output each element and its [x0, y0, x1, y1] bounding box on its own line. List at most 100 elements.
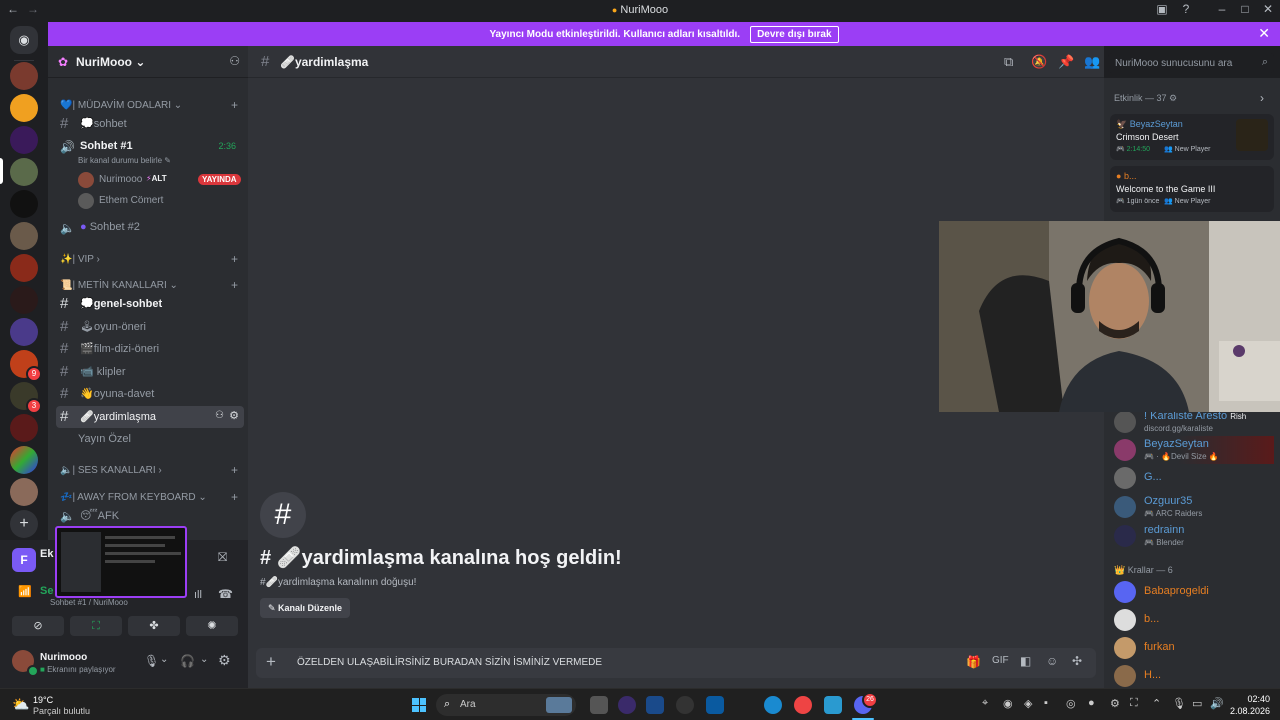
tray-icon[interactable]: ◈ [1024, 697, 1032, 710]
server-icon[interactable] [10, 478, 38, 506]
microphone-icon[interactable]: 🎙 [144, 654, 159, 668]
share-screen-button[interactable]: ⛶ [70, 616, 122, 636]
stop-stream-icon[interactable]: ⛝ [218, 550, 227, 565]
apps-icon[interactable]: ✣ [1072, 654, 1082, 668]
taskbar-search[interactable]: ⌕ Ara [436, 694, 576, 716]
chevron-down-icon[interactable]: ⌄ [160, 654, 168, 665]
activity-card-b[interactable]: ● b... Welcome to the Game III 🎮 1gün ön… [1110, 166, 1274, 212]
server-icon[interactable] [10, 126, 38, 154]
chevron-down-icon[interactable]: ⌄ [200, 654, 208, 665]
member-furkan[interactable]: furkan [1114, 634, 1274, 662]
create-channel-icon[interactable]: + [231, 490, 238, 504]
category-mudavim[interactable]: 💙| MÜDAVİM ODALARI ⌄ [60, 100, 182, 111]
noise-suppression-icon[interactable]: ıll [194, 589, 202, 601]
tray-icon[interactable]: ◎ [1066, 697, 1076, 710]
tray-icon[interactable]: ⌖ [982, 697, 988, 710]
network-icon[interactable]: ▭ [1192, 697, 1202, 710]
tray-icon[interactable]: ● [1088, 697, 1095, 709]
store-icon[interactable] [706, 696, 724, 714]
member-redrainn[interactable]: redrainn 🎮 Blender [1114, 522, 1274, 550]
sticker-icon[interactable]: ◧ [1020, 654, 1031, 668]
create-channel-icon[interactable]: + [231, 252, 238, 266]
soundboard-button[interactable]: ✺ [186, 616, 238, 636]
member-karaliste[interactable]: ! Karaliste Aresto Rish discord.gg/karal… [1114, 408, 1274, 436]
volume-icon[interactable]: 🔊 [1210, 697, 1224, 710]
tray-icon[interactable]: ⌃ [1152, 697, 1161, 710]
member-h[interactable]: H... [1114, 662, 1274, 687]
start-button[interactable] [412, 698, 426, 712]
member-g[interactable]: G... [1114, 464, 1274, 492]
server-icon[interactable] [10, 414, 38, 442]
app-icon[interactable] [646, 696, 664, 714]
disconnect-icon[interactable]: ☎ [218, 587, 233, 601]
create-channel-icon[interactable]: + [231, 463, 238, 477]
edit-channel-button[interactable]: ✎ Kanalı Düzenle [260, 598, 351, 618]
server-icon[interactable] [10, 446, 38, 474]
maximize-icon[interactable]: □ [1236, 2, 1254, 16]
invite-icon[interactable]: ⚇ [215, 410, 224, 421]
chrome-icon[interactable] [794, 696, 812, 714]
gif-icon[interactable]: GIF [992, 655, 1009, 666]
category-vip[interactable]: ✨| VIP › [60, 254, 100, 265]
user-settings-gear-icon[interactable]: ⚙ [218, 652, 231, 669]
voice-channel-sohbet-2[interactable]: 🔈 ● Sohbet #2 [56, 217, 244, 239]
category-afk[interactable]: 💤| AWAY FROM KEYBOARD ⌄ [60, 492, 207, 503]
tray-icon[interactable]: ◉ [1003, 697, 1013, 710]
tray-icon[interactable]: ⛶ [1130, 697, 1138, 710]
invite-people-icon[interactable]: ⚇ [229, 54, 240, 68]
voice-channel-afk[interactable]: 🔈 😴AFK [56, 505, 244, 527]
chevron-right-icon[interactable]: › [1260, 91, 1264, 105]
clock-time[interactable]: 02:40 [1236, 694, 1270, 704]
clock-date[interactable]: 2.08.2026 [1224, 706, 1270, 716]
notification-bell-icon[interactable]: 🔕 [1031, 54, 1047, 70]
screen-share-preview[interactable] [55, 526, 187, 598]
message-composer[interactable]: + ÖZELDEN ULAŞABİLİRSİNİZ BURADAN SİZİN … [256, 648, 1096, 678]
toggle-camera-button[interactable]: ⊘ [12, 616, 64, 636]
tray-icon[interactable]: ▪ [1044, 697, 1048, 709]
create-channel-icon[interactable]: + [231, 98, 238, 112]
channel-sohbet[interactable]: # 💭sohbet [56, 113, 244, 135]
channel-status-hint[interactable]: Bir kanal durumu belirle ✎ [78, 156, 171, 165]
close-window-icon[interactable]: ✕ [1259, 2, 1277, 16]
help-icon[interactable]: ? [1177, 2, 1195, 16]
channel-yardimlasma[interactable]: # 🩹yardimlaşma ⚇ ⚙ [56, 406, 244, 428]
search-input[interactable]: NuriMooo sunucusunu ara ⌕ [1108, 53, 1274, 73]
channel-film-dizi-oneri[interactable]: # 🎬film-dizi-öneri [56, 338, 244, 360]
server-icon[interactable] [10, 254, 38, 282]
channel-oyuna-davet[interactable]: # 👋oyuna-davet [56, 383, 244, 405]
server-icon[interactable] [10, 190, 38, 218]
server-icon[interactable] [10, 94, 38, 122]
member-list-icon[interactable]: 👥 [1084, 54, 1100, 70]
app-icon[interactable] [676, 696, 694, 714]
voice-user-ethem[interactable]: Ethem Cömert [78, 191, 242, 211]
task-view-icon[interactable] [590, 696, 608, 714]
headphones-icon[interactable]: 🎧 [180, 654, 195, 668]
emoji-icon[interactable]: ☺ [1046, 654, 1058, 668]
tray-icon[interactable]: ⚙ [1110, 697, 1120, 710]
inbox-icon[interactable]: ▣ [1153, 2, 1171, 16]
disable-streamer-mode-button[interactable]: Devre dışı bırak [750, 25, 839, 43]
microphone-icon[interactable]: 🎙 [1172, 697, 1186, 710]
member-ozguur35[interactable]: Ozguur35 🎮 ARC Raiders [1114, 493, 1274, 521]
minimize-icon[interactable]: – [1213, 2, 1231, 16]
channel-klipler[interactable]: # 📹 klipler [56, 361, 244, 383]
voice-channel-sohbet-1[interactable]: 🔊 Sohbet #1 2:36 [56, 136, 244, 158]
app-icon[interactable] [618, 696, 636, 714]
threads-icon[interactable]: ⧉ [1004, 54, 1013, 70]
member-b[interactable]: b... [1114, 606, 1274, 634]
server-icon[interactable] [10, 318, 38, 346]
create-channel-icon[interactable]: + [231, 278, 238, 292]
direct-messages-icon[interactable]: ◉ [10, 26, 38, 54]
category-ses[interactable]: 🔈| SES KANALLARI › [60, 465, 162, 476]
server-icon[interactable] [10, 286, 38, 314]
category-metin[interactable]: 📜| METİN KANALLARI ⌄ [60, 280, 178, 291]
voice-user-nurimooo[interactable]: Nurimooo ⚡ALT YAYINDA [78, 170, 242, 190]
server-icon[interactable] [10, 62, 38, 90]
server-icon-nurimooo[interactable] [10, 158, 38, 186]
channel-oyun-oneri[interactable]: # 🕹oyun-öneri [56, 316, 244, 338]
server-icon[interactable] [10, 222, 38, 250]
activities-button[interactable]: ✤ [128, 616, 180, 636]
app-icon[interactable] [824, 696, 842, 714]
channel-yayin-ozel[interactable]: Yayın Özel [56, 429, 244, 451]
edge-icon[interactable] [764, 696, 782, 714]
